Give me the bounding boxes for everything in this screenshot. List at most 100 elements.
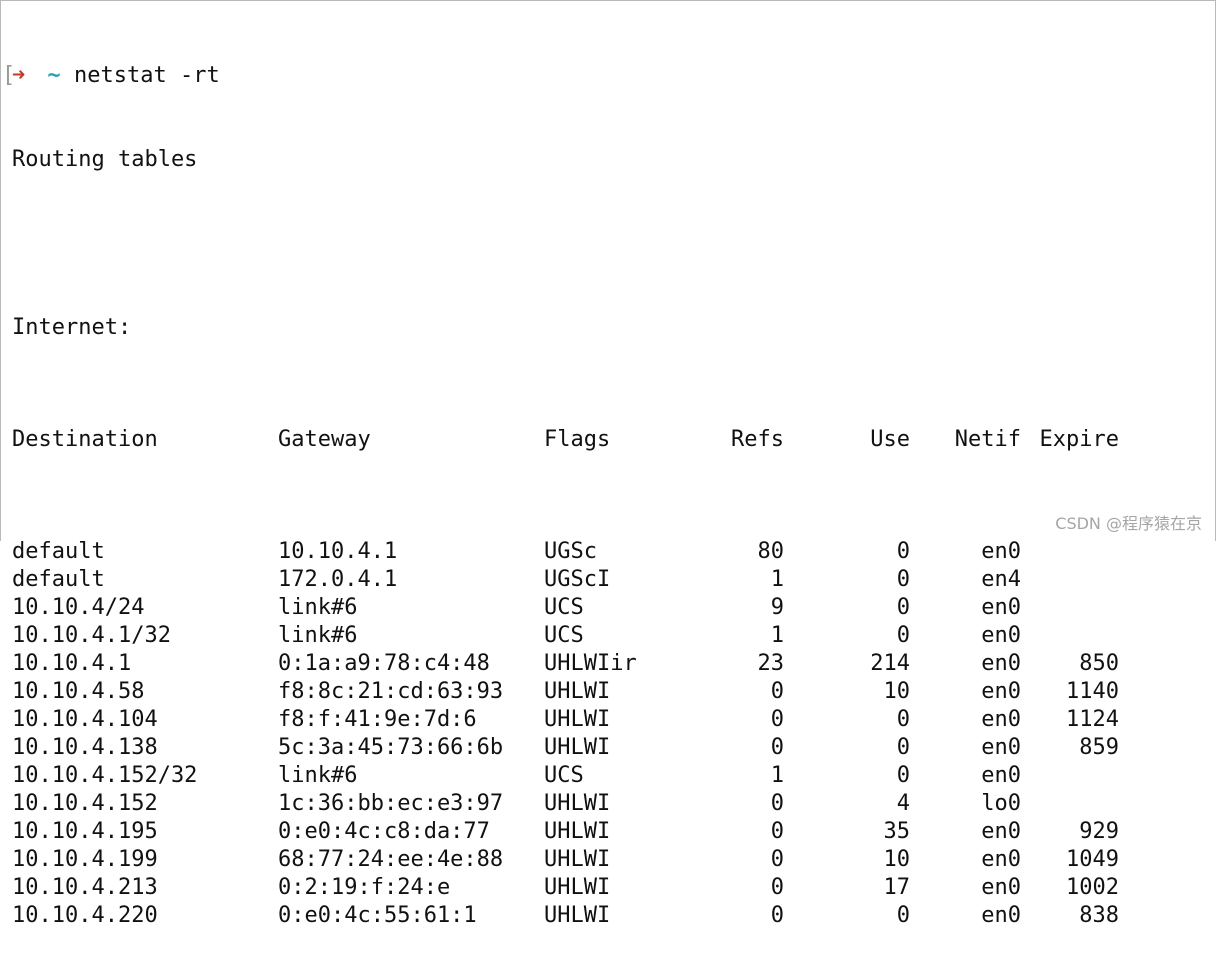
cell-use: 4 <box>896 791 910 816</box>
table-row: 10.10.4.152 1c:36:bb:ec:e3:97 UHLWI 0 4 lo0 <box>12 790 1119 818</box>
bracket-glyph: [ <box>2 63 16 88</box>
cell-flags: UHLWI <box>544 791 611 816</box>
cell-netif: en0 <box>981 875 1021 900</box>
cell-flags: UHLWI <box>544 735 611 760</box>
cell-refs: 1 <box>770 623 784 648</box>
cell-destination: 10.10.4.213 <box>12 875 158 900</box>
cell-netif: en0 <box>981 707 1021 732</box>
cell-gateway: 10.10.4.1 <box>278 539 398 564</box>
cell-gateway: 0:2:19:f:24:e <box>278 875 451 900</box>
cell-expire <box>1021 790 1119 818</box>
table-row: default 172.0.4.1 UGScI 1 0 en4 <box>12 566 1119 594</box>
route-rows: default 10.10.4.1 UGSc 80 0 en0 default 172.0.4… <box>12 538 1119 930</box>
cell-destination: 10.10.4.195 <box>12 819 158 844</box>
cell-refs: 0 <box>770 903 784 928</box>
command-text: netstat -rt <box>74 63 220 88</box>
cell-refs: 80 <box>757 539 785 564</box>
cell-destination: 10.10.4/24 <box>12 595 145 620</box>
cell-gateway: f8:8c:21:cd:63:93 <box>278 679 504 704</box>
cell-expire <box>1021 762 1119 790</box>
cell-gateway: 0:1a:a9:78:c4:48 <box>278 651 490 676</box>
cell-destination: default <box>12 567 105 592</box>
cell-destination: 10.10.4.104 <box>12 707 158 732</box>
cell-expire: 850 <box>1079 651 1119 676</box>
cell-netif: en0 <box>981 623 1021 648</box>
cell-gateway: f8:f:41:9e:7d:6 <box>278 707 477 732</box>
cell-flags: UHLWI <box>544 847 611 872</box>
cell-flags: UHLWI <box>544 875 611 900</box>
cell-flags: UHLWI <box>544 903 611 928</box>
cell-destination: 10.10.4.1/32 <box>12 623 171 648</box>
cell-destination: 10.10.4.138 <box>12 735 158 760</box>
section-label: Internet: <box>12 315 132 340</box>
table-row: 10.10.4.104 f8:f:41:9e:7d:6 UHLWI 0 0 en0 1124 <box>12 706 1119 734</box>
cell-use: 17 <box>883 875 911 900</box>
cell-netif: en0 <box>981 735 1021 760</box>
cell-expire <box>1021 566 1119 594</box>
cell-destination: 10.10.4.199 <box>12 847 158 872</box>
cell-destination: 10.10.4.58 <box>12 679 145 704</box>
cell-use: 0 <box>896 735 910 760</box>
cell-gateway: 5c:3a:45:73:66:6b <box>278 735 504 760</box>
cell-use: 10 <box>883 847 911 872</box>
routing-tables-heading: Routing tables <box>12 147 198 172</box>
cell-refs: 0 <box>770 819 784 844</box>
cell-gateway: link#6 <box>278 595 358 620</box>
cell-refs: 0 <box>770 875 784 900</box>
cell-refs: 9 <box>770 595 784 620</box>
cell-refs: 0 <box>770 707 784 732</box>
table-header: Destination Gateway Flags Refs Use Netif… <box>12 426 1119 454</box>
header-gateway: Gateway <box>278 427 371 452</box>
cell-expire: 1140 <box>1066 679 1119 704</box>
cell-use: 0 <box>896 763 910 788</box>
cell-use: 35 <box>883 819 911 844</box>
table-row: 10.10.4.1 0:1a:a9:78:c4:48 UHLWIir 23 214 en0… <box>12 650 1119 678</box>
cell-destination: default <box>12 539 105 564</box>
cell-use: 214 <box>870 651 910 676</box>
terminal-output[interactable]: [➜ ~ netstat -rt Routing tables Internet: … <box>2 6 1119 958</box>
cell-refs: 0 <box>770 735 784 760</box>
cell-use: 0 <box>896 903 910 928</box>
cell-expire: 859 <box>1079 735 1119 760</box>
cell-use: 0 <box>896 567 910 592</box>
cell-gateway: link#6 <box>278 763 358 788</box>
cell-use: 0 <box>896 539 910 564</box>
cell-gateway: 0:e0:4c:c8:da:77 <box>278 819 490 844</box>
cell-use: 0 <box>896 595 910 620</box>
cell-flags: UHLWI <box>544 819 611 844</box>
header-netif: Netif <box>954 427 1021 452</box>
cell-netif: lo0 <box>981 791 1021 816</box>
cell-expire: 1124 <box>1066 707 1119 732</box>
cell-flags: UHLWI <box>544 707 611 732</box>
cell-gateway: 172.0.4.1 <box>278 567 398 592</box>
cell-refs: 23 <box>757 651 785 676</box>
cell-expire: 929 <box>1079 819 1119 844</box>
cell-gateway: 0:e0:4c:55:61:1 <box>278 903 477 928</box>
cell-flags: UGScI <box>544 567 611 592</box>
table-row: 10.10.4.58 f8:8c:21:cd:63:93 UHLWI 0 10 en0 11… <box>12 678 1119 706</box>
cell-flags: UCS <box>544 623 584 648</box>
prompt-arrow-icon: ➜ <box>12 63 26 88</box>
table-row: 10.10.4.195 0:e0:4c:c8:da:77 UHLWI 0 35 en0 92… <box>12 818 1119 846</box>
table-row: default 10.10.4.1 UGSc 80 0 en0 <box>12 538 1119 566</box>
cell-netif: en0 <box>981 819 1021 844</box>
cell-flags: UHLWIir <box>544 651 637 676</box>
cell-netif: en0 <box>981 539 1021 564</box>
table-row: 10.10.4/24 link#6 UCS 9 0 en0 <box>12 594 1119 622</box>
cell-destination: 10.10.4.152 <box>12 791 158 816</box>
header-destination: Destination <box>12 427 158 452</box>
cell-destination: 10.10.4.152/32 <box>12 763 198 788</box>
table-row: 10.10.4.1/32 link#6 UCS 1 0 en0 <box>12 622 1119 650</box>
table-row: 10.10.4.199 68:77:24:ee:4e:88 UHLWI 0 10 en0 1… <box>12 846 1119 874</box>
cell-refs: 0 <box>770 791 784 816</box>
cell-netif: en0 <box>981 595 1021 620</box>
cell-gateway: 68:77:24:ee:4e:88 <box>278 847 504 872</box>
cell-expire: 1002 <box>1066 875 1119 900</box>
table-row: 10.10.4.138 5c:3a:45:73:66:6b UHLWI 0 0 en0 85… <box>12 734 1119 762</box>
cell-netif: en0 <box>981 763 1021 788</box>
cell-netif: en0 <box>981 651 1021 676</box>
table-row: 10.10.4.152/32 link#6 UCS 1 0 en0 <box>12 762 1119 790</box>
watermark: CSDN @程序猿在京 <box>1055 514 1202 533</box>
cell-destination: 10.10.4.220 <box>12 903 158 928</box>
